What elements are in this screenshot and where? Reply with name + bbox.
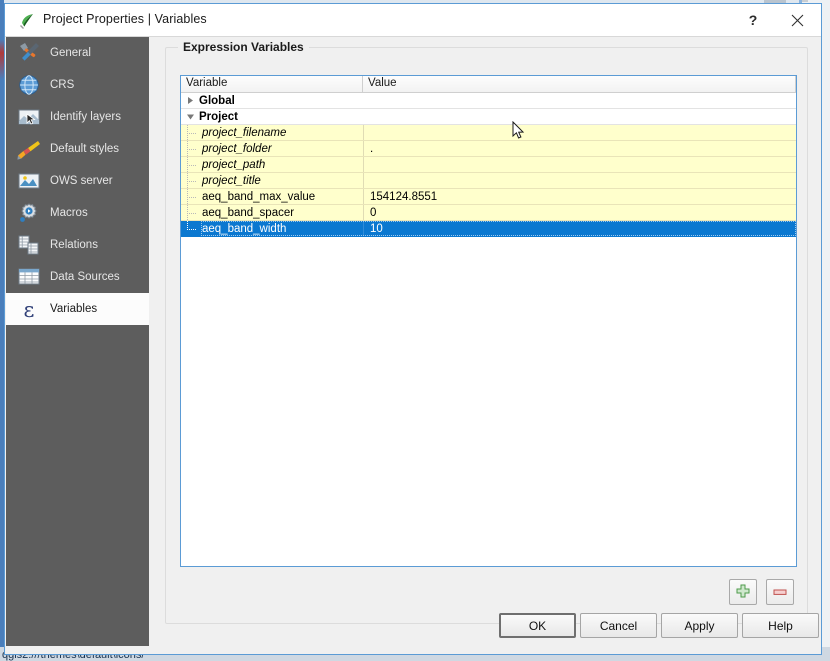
table-row-group-project[interactable]: Project — [181, 109, 796, 125]
variable-value — [363, 157, 796, 172]
sidebar-item-ows-server[interactable]: OWS server — [6, 165, 149, 197]
tree-branch — [181, 141, 201, 156]
table-header-row: Variable Value — [181, 76, 796, 93]
tree-branch — [181, 125, 201, 140]
sidebar-item-data-sources[interactable]: Data Sources — [6, 261, 149, 293]
table-row[interactable]: aeq_band_spacer 0 — [181, 205, 796, 221]
sidebar-item-relations[interactable]: Relations — [6, 229, 149, 261]
variable-value — [363, 109, 796, 124]
chevron-down-icon[interactable] — [181, 112, 199, 121]
tree-branch — [181, 189, 201, 204]
hammer-wrench-icon — [16, 40, 42, 66]
sidebar-item-label: OWS server — [50, 175, 113, 187]
table-row[interactable]: project_title — [181, 173, 796, 189]
dialog-titlebar: Project Properties | Variables ? — [5, 4, 821, 37]
sidebar-item-crs[interactable]: CRS — [6, 69, 149, 101]
sidebar-item-label: Relations — [50, 239, 98, 251]
sidebar-item-label: General — [50, 47, 91, 59]
ows-server-icon — [16, 168, 42, 194]
expression-variables-group: Expression Variables Variable Value Glob… — [165, 40, 808, 624]
add-variable-icon — [735, 584, 751, 600]
sidebar-item-default-styles[interactable]: Default styles — [6, 133, 149, 165]
group-title: Expression Variables — [178, 40, 309, 54]
sidebar-item-label: CRS — [50, 79, 75, 91]
variable-value — [363, 173, 796, 188]
variable-group-name: Project — [199, 110, 238, 123]
close-icon[interactable] — [775, 4, 819, 36]
tree-branch — [181, 221, 201, 236]
remove-variable-button[interactable] — [766, 579, 794, 605]
add-variable-button[interactable] — [729, 579, 757, 605]
identify-layers-icon — [16, 104, 42, 130]
variable-value — [363, 125, 796, 140]
sidebar-item-variables[interactable]: ɛ Variables — [6, 293, 149, 325]
help-titlebar-button[interactable]: ? — [731, 4, 775, 36]
sidebar-item-label: Default styles — [50, 143, 120, 155]
table-row[interactable]: project_filename — [181, 125, 796, 141]
variable-value: . — [363, 141, 796, 156]
dialog-title: Project Properties | Variables — [43, 12, 207, 26]
sidebar-item-general[interactable]: General — [6, 37, 149, 69]
column-header-value[interactable]: Value — [363, 76, 796, 92]
sidebar-item-identify-layers[interactable]: Identify layers — [6, 101, 149, 133]
variable-name: aeq_band_max_value — [202, 190, 316, 203]
table-grid-icon — [16, 264, 42, 290]
sidebar-item-label: Macros — [50, 207, 88, 219]
ok-button[interactable]: OK — [499, 613, 576, 638]
tree-branch — [181, 173, 201, 188]
sidebar-item-label: Variables — [50, 303, 98, 315]
variable-value: 154124.8551 — [363, 189, 796, 204]
cancel-button[interactable]: Cancel — [580, 613, 657, 638]
tree-branch — [181, 205, 201, 220]
variable-tool-buttons — [729, 579, 794, 605]
variable-name: project_path — [202, 158, 266, 171]
gear-play-icon — [16, 200, 42, 226]
column-header-variable[interactable]: Variable — [181, 76, 363, 92]
globe-icon — [16, 72, 42, 98]
table-row[interactable]: aeq_band_max_value 154124.8551 — [181, 189, 796, 205]
variable-group-name: Global — [199, 94, 235, 107]
settings-sidebar: General CRS Identify layers Default styl… — [6, 37, 149, 646]
apply-button[interactable]: Apply — [661, 613, 738, 638]
relations-icon — [16, 232, 42, 258]
help-button[interactable]: Help — [742, 613, 819, 638]
sidebar-item-label: Data Sources — [50, 271, 120, 283]
variables-tree-table[interactable]: Variable Value Global Project project_fi… — [180, 75, 797, 567]
project-properties-dialog: Project Properties | Variables ? General — [4, 3, 822, 655]
paintbrush-icon — [16, 136, 42, 162]
remove-variable-icon — [772, 584, 788, 600]
table-row-selected[interactable]: aeq_band_width 10 — [181, 221, 796, 237]
qgis-leaf-icon — [19, 13, 35, 29]
epsilon-icon: ɛ — [16, 296, 42, 322]
svg-text:ɛ: ɛ — [24, 298, 35, 322]
table-row[interactable]: project_path — [181, 157, 796, 173]
variable-value: 0 — [363, 205, 796, 220]
variable-name: project_title — [202, 174, 261, 187]
table-row-group-global[interactable]: Global — [181, 93, 796, 109]
settings-content-pane: Expression Variables Variable Value Glob… — [149, 37, 820, 653]
table-row[interactable]: project_folder . — [181, 141, 796, 157]
chevron-right-icon[interactable] — [181, 96, 199, 105]
sidebar-item-macros[interactable]: Macros — [6, 197, 149, 229]
sidebar-item-label: Identify layers — [50, 111, 121, 123]
variable-name: project_folder — [202, 142, 272, 155]
variable-name: project_filename — [202, 126, 287, 139]
variable-value: 10 — [363, 221, 796, 236]
tree-branch — [181, 157, 201, 172]
variable-name: aeq_band_width — [202, 222, 287, 235]
dialog-button-row: OK Cancel Apply Help — [149, 613, 820, 639]
variable-name: aeq_band_spacer — [202, 206, 295, 219]
variable-value — [363, 93, 796, 108]
